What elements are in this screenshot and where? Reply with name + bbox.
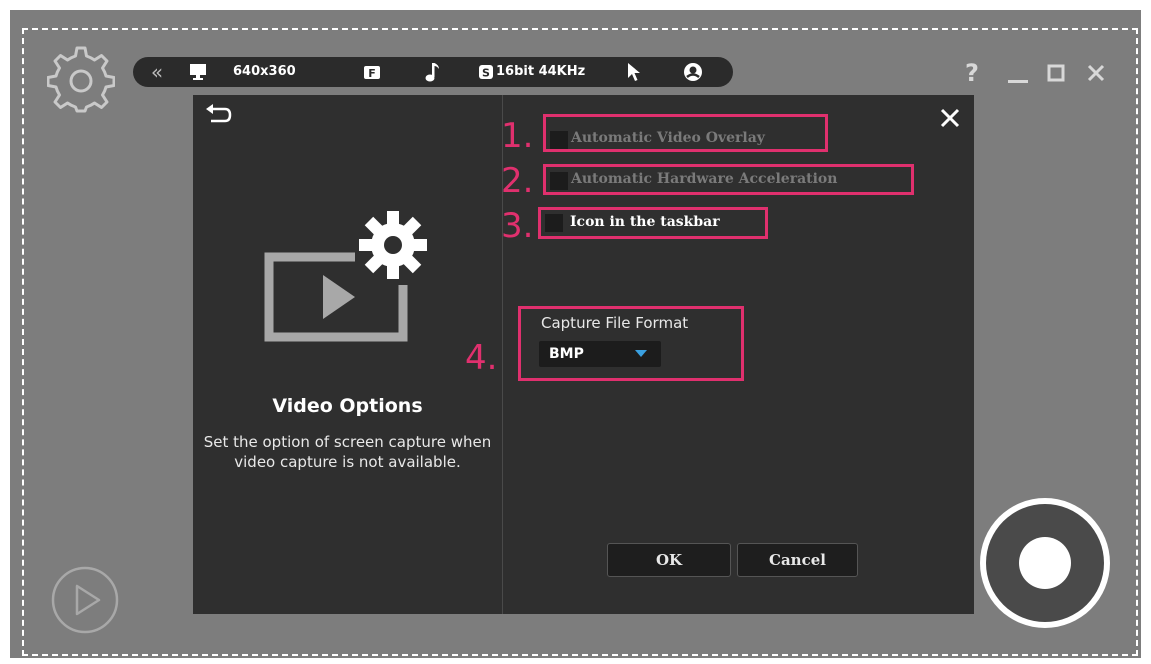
close-dialog-icon[interactable] — [935, 103, 965, 133]
sound-device-icon[interactable]: S — [476, 57, 496, 87]
back-arrow-icon[interactable] — [203, 103, 233, 131]
monitor-icon[interactable] — [185, 57, 211, 87]
minimize-icon[interactable] — [1004, 56, 1032, 90]
collapse-toolbar-icon[interactable]: « — [143, 57, 171, 87]
webcam-icon[interactable] — [680, 57, 706, 87]
ok-button[interactable]: OK — [607, 543, 731, 577]
help-button[interactable]: ? — [958, 56, 986, 90]
resolution-value[interactable]: 640x360 — [233, 57, 296, 87]
audio-quality-value[interactable]: 16bit 44KHz — [496, 57, 585, 87]
automatic-video-overlay-checkbox[interactable] — [550, 131, 568, 149]
play-icon[interactable] — [50, 565, 120, 635]
capture-file-format-value: BMP — [549, 346, 584, 362]
icon-in-taskbar-checkbox[interactable] — [545, 214, 563, 232]
capture-file-format-dropdown[interactable]: BMP — [539, 341, 661, 367]
capture-toolbar: « 640x360 F S 16bit 44KHz — [133, 57, 733, 87]
cursor-icon[interactable] — [623, 57, 645, 87]
maximize-icon[interactable] — [1042, 56, 1070, 90]
annotation-number-4: 4. — [465, 338, 498, 378]
automatic-hardware-acceleration-label[interactable]: Automatic Hardware Acceleration — [571, 171, 837, 187]
cancel-button[interactable]: Cancel — [737, 543, 858, 577]
music-note-icon[interactable] — [419, 57, 445, 87]
svg-text:F: F — [368, 67, 376, 80]
dialog-description: Set the option of screen capture when vi… — [203, 433, 492, 471]
capture-file-format-label: Capture File Format — [541, 314, 689, 332]
settings-gear-icon[interactable] — [46, 46, 116, 114]
close-window-icon[interactable] — [1082, 56, 1110, 90]
fps-icon[interactable]: F — [359, 57, 385, 87]
svg-text:S: S — [482, 67, 490, 80]
icon-in-taskbar-label[interactable]: Icon in the taskbar — [570, 214, 720, 230]
dropdown-arrow-icon — [635, 350, 647, 357]
annotation-number-3: 3. — [501, 206, 534, 246]
automatic-hardware-acceleration-checkbox[interactable] — [550, 172, 568, 190]
annotation-number-1: 1. — [501, 116, 534, 156]
record-button[interactable] — [978, 496, 1112, 630]
automatic-video-overlay-label[interactable]: Automatic Video Overlay — [571, 130, 765, 146]
video-settings-icon — [263, 207, 433, 347]
dialog-title: Video Options — [272, 395, 423, 417]
video-options-dialog: Video Options Set the option of screen c… — [193, 95, 974, 614]
annotation-number-2: 2. — [501, 161, 534, 201]
